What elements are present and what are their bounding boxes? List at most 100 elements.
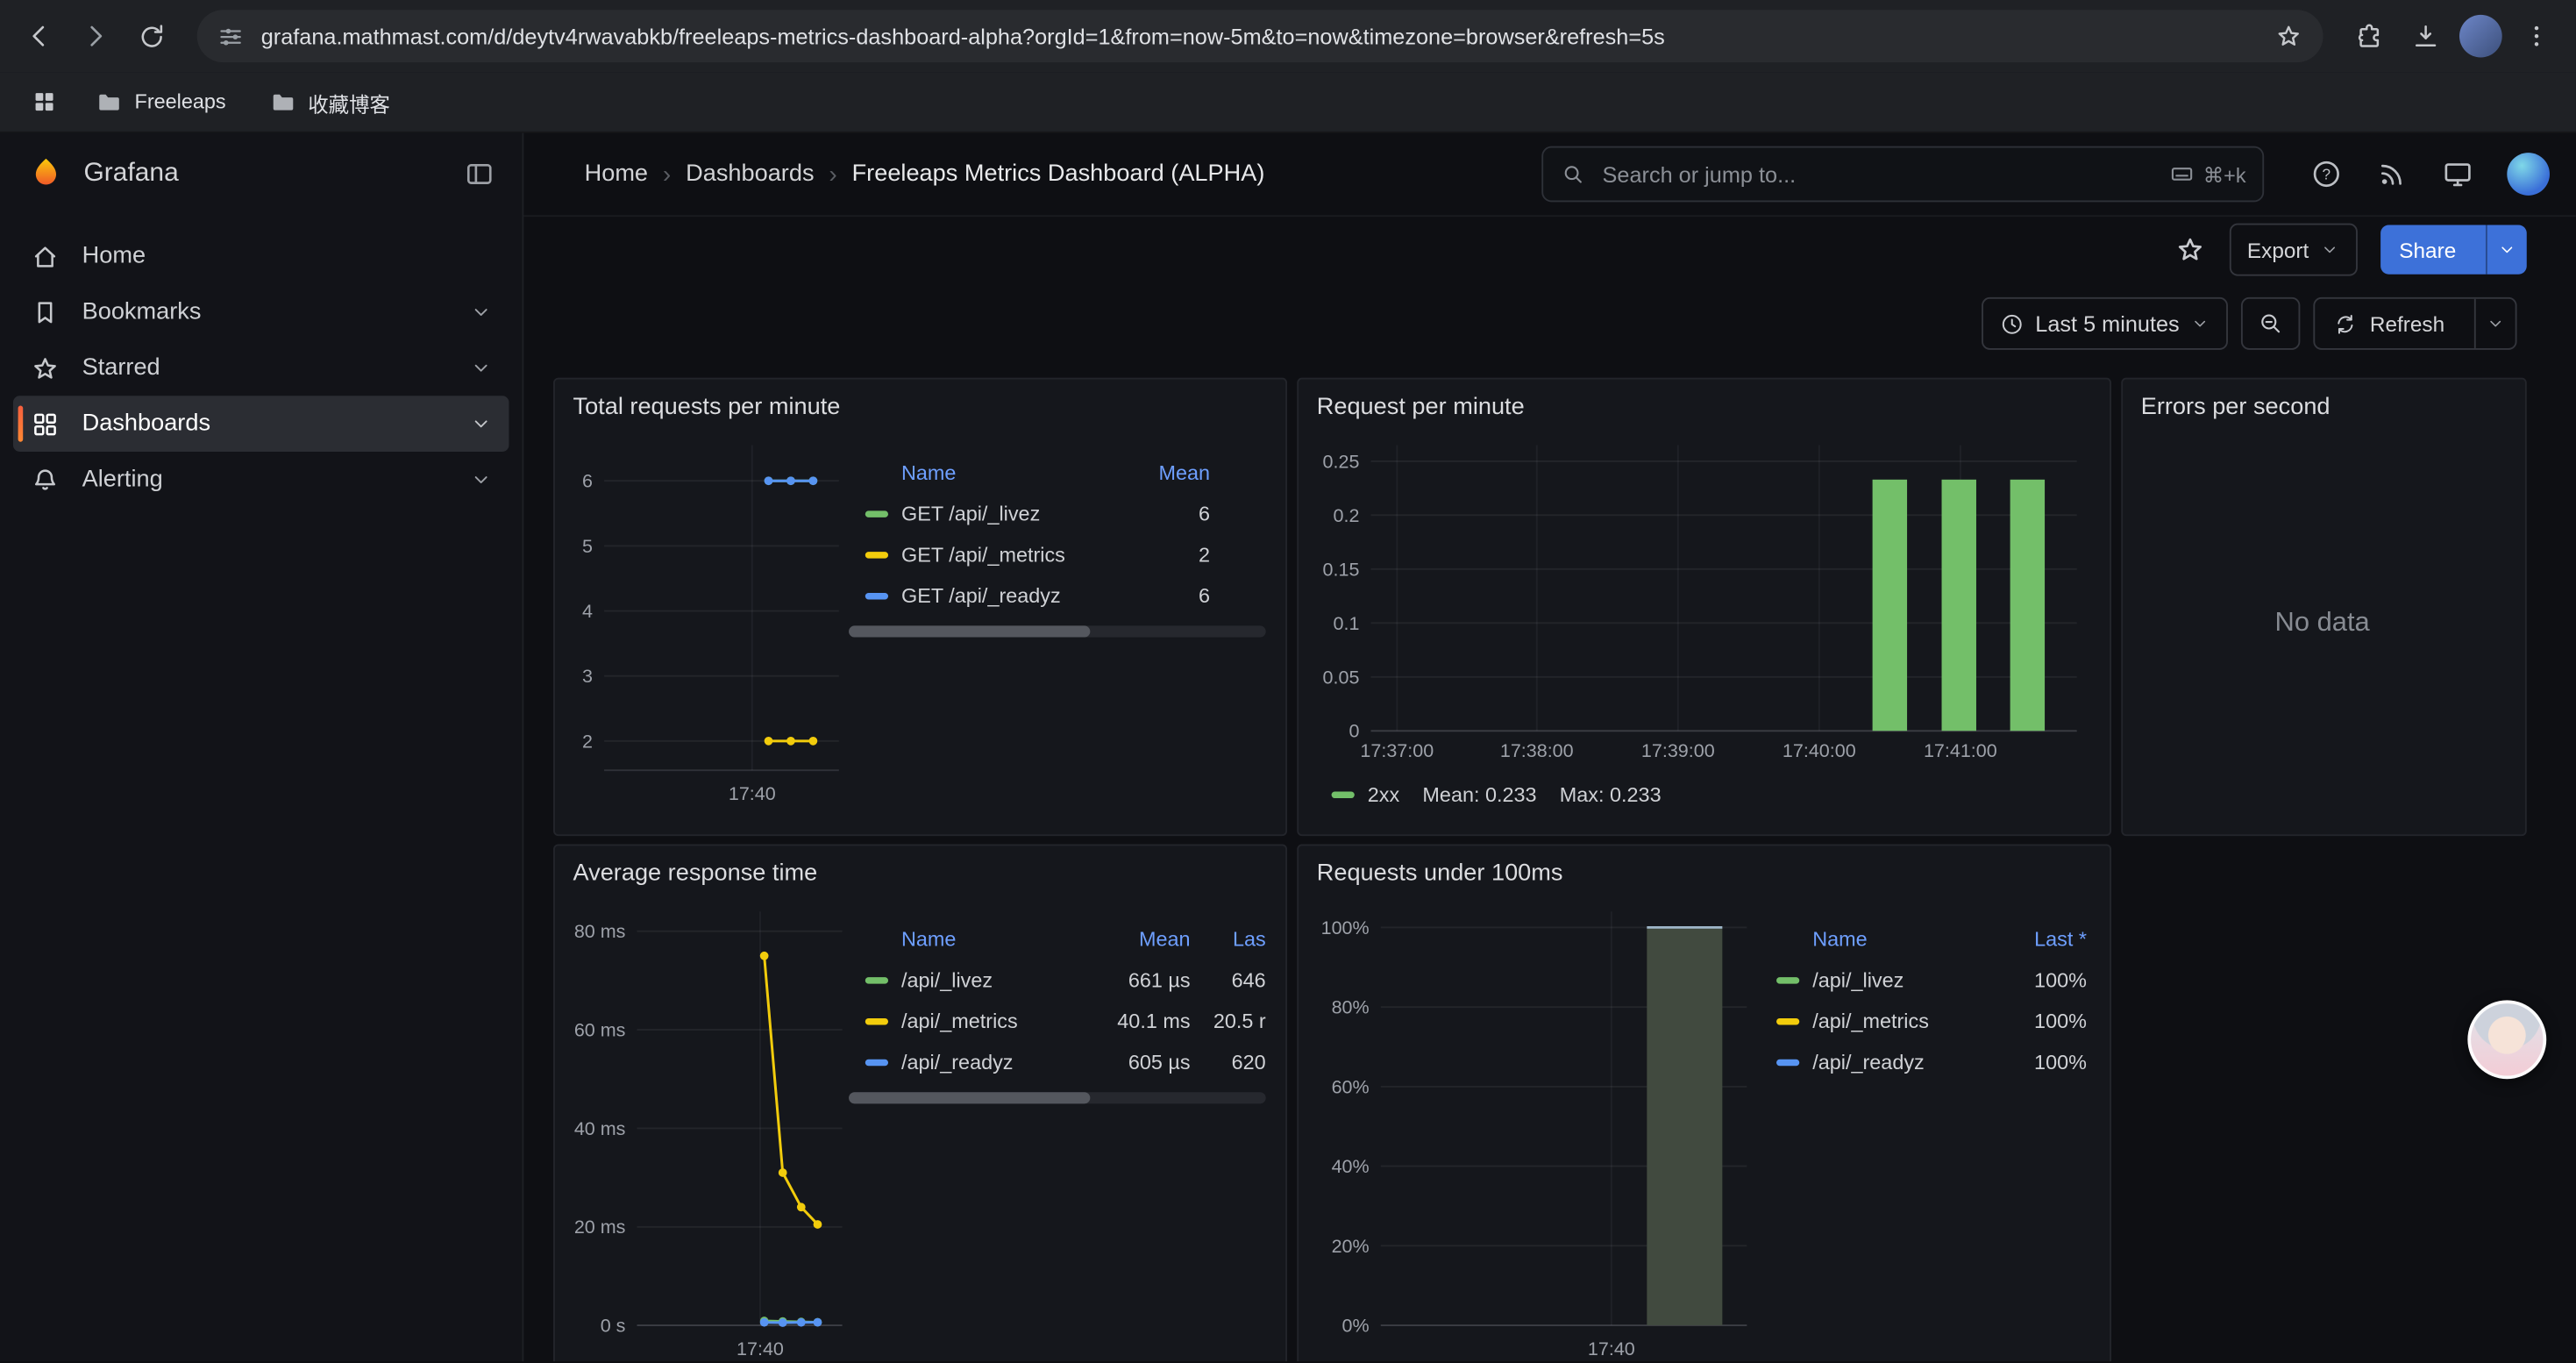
legend-row[interactable]: /api/_metrics100% [1776,1000,2090,1041]
legend-col-value[interactable]: Mean [1085,927,1191,950]
panel-average-response-time: Average response time 0 s20 ms40 ms60 ms… [553,844,1287,1361]
help-icon[interactable]: ? [2310,158,2343,190]
forward-button[interactable] [69,10,122,62]
bookmark-folder-freeleaps[interactable]: Freeleaps [82,83,239,121]
legend-series-name[interactable]: 2xx [1368,783,1399,806]
sidebar-item-bookmarks[interactable]: Bookmarks [13,284,509,340]
svg-text:17:40:00: 17:40:00 [1783,740,1856,761]
request-per-minute-chart[interactable]: 00.050.10.150.20.2517:37:0017:38:0017:39… [1315,425,2087,770]
reload-button[interactable] [125,10,177,62]
panel-errors-per-second: Errors per second No data [2121,378,2527,836]
legend-header[interactable]: NameLast * [1776,918,2090,960]
svg-text:3: 3 [582,666,593,687]
grafana-logo[interactable] [26,154,66,194]
legend-value: 6 [1118,584,1210,607]
search-input[interactable] [1599,161,2156,189]
legend-row[interactable]: /api/_metrics40.1 ms20.5 r [865,1000,1266,1041]
sidebar-item-starred[interactable]: Starred [13,340,509,396]
kebab-menu-icon [2522,21,2551,51]
reload-icon [135,20,167,52]
browser-menu-button[interactable] [2510,10,2563,62]
search-shortcut: ⌘+k [2168,161,2245,188]
legend-col-value[interactable]: Las [1191,927,1266,950]
extensions-button[interactable] [2343,10,2395,62]
folder-icon [96,88,124,116]
scrollbar-thumb[interactable] [849,1092,1091,1103]
series-color-dash [865,592,888,598]
monitor-icon[interactable] [2441,158,2473,190]
downloads-button[interactable] [2399,10,2451,62]
url-bar[interactable]: grafana.mathmast.com/d/deytv4rwavabkb/fr… [197,10,2323,62]
sidebar-item-dashboards[interactable]: Dashboards [13,396,509,452]
legend-value: 646 [1191,968,1266,991]
panel-title[interactable]: Errors per second [2123,380,2525,423]
share-button[interactable]: Share [2381,225,2527,275]
legend-col-value[interactable]: Last * [1995,927,2087,950]
svg-text:0.05: 0.05 [1323,667,1360,688]
legend-row[interactable]: GET /api/_livez6 [865,493,1266,534]
export-button[interactable]: Export [2229,224,2358,276]
back-button[interactable] [13,10,66,62]
breadcrumb-home[interactable]: Home [585,161,648,188]
legend-series-name: /api/_readyz [1812,1050,1995,1073]
total-requests-chart[interactable]: 2345617:40 [572,425,849,813]
chevron-down-icon[interactable] [470,412,493,435]
time-range-picker[interactable]: Last 5 minutes [1981,297,2228,350]
chevron-down-icon[interactable] [470,301,493,324]
url-text[interactable]: grafana.mathmast.com/d/deytv4rwavabkb/fr… [261,24,2258,48]
svg-text:0 s: 0 s [601,1316,626,1337]
legend-scrollbar[interactable] [849,625,1266,637]
refresh-button[interactable]: Refresh [2314,297,2516,350]
legend-col-name[interactable]: Name [1776,927,1995,950]
panel-legend[interactable]: 2xx Mean: 0.233 Max: 0.233 [1315,783,2090,806]
breadcrumb-dashboards[interactable]: Dashboards [686,161,814,188]
sidebar-item-alerting[interactable]: Alerting [13,452,509,508]
favorite-star-icon[interactable] [2174,233,2206,266]
average-response-time-chart[interactable]: 0 s20 ms40 ms60 ms80 ms17:40 [572,892,849,1362]
panel-title[interactable]: Requests under 100ms [1299,846,2110,888]
legend-series-name: GET /api/_livez [901,502,1118,525]
bookmark-folder-blogs[interactable]: 收藏博客 [255,82,403,123]
chevron-down-icon[interactable] [470,356,493,379]
svg-text:0.1: 0.1 [1334,613,1360,634]
floating-assistant-avatar[interactable] [2467,1000,2546,1079]
legend-row[interactable]: /api/_livez661 µs646 [865,960,1266,1001]
profile-button[interactable] [2454,10,2507,62]
bookmark-star-icon[interactable] [2274,21,2303,51]
sidebar-toggle-icon[interactable] [463,158,495,190]
legend-row[interactable]: GET /api/_readyz6 [865,574,1266,616]
news-rss-icon[interactable] [2376,158,2409,190]
legend-row[interactable]: /api/_livez100% [1776,960,2090,1001]
legend-value: 661 µs [1085,968,1191,991]
legend-row[interactable]: /api/_readyz100% [1776,1041,2090,1082]
zoom-out-button[interactable] [2242,297,2301,350]
apps-grid-button[interactable] [23,81,66,124]
sidebar-header: Grafana [0,133,522,216]
legend-scrollbar[interactable] [849,1092,1266,1103]
legend-col-value[interactable]: Mean [1118,460,1210,483]
legend-col-name[interactable]: Name [865,460,1118,483]
user-avatar[interactable] [2507,153,2550,196]
panel-title[interactable]: Average response time [555,846,1285,888]
brand-name: Grafana [83,160,178,189]
legend-row[interactable]: /api/_readyz605 µs620 [865,1041,1266,1082]
panel-requests-under-100ms: Requests under 100ms 0%20%40%60%80%100%1… [1297,844,2111,1361]
scrollbar-thumb[interactable] [849,625,1091,637]
sidebar-item-home[interactable]: Home [13,228,509,284]
legend-row[interactable]: GET /api/_metrics2 [865,534,1266,575]
svg-text:0.25: 0.25 [1323,451,1360,472]
chevron-down-icon[interactable] [470,468,493,491]
refresh-interval-toggle[interactable] [2474,299,2516,348]
site-settings-icon[interactable] [217,22,245,50]
legend-col-name[interactable]: Name [865,927,1085,950]
panel-title[interactable]: Request per minute [1299,380,2110,423]
legend-series-name: GET /api/_metrics [901,543,1118,566]
requests-under-100ms-chart[interactable]: 0%20%40%60%80%100%17:40 [1315,892,1760,1362]
share-menu-toggle[interactable] [2486,225,2527,275]
legend-header[interactable]: NameMean [865,452,1266,493]
legend-header[interactable]: NameMeanLas [865,918,1266,960]
search-box[interactable]: ⌘+k [1541,146,2264,203]
star-icon [30,353,61,384]
panel-legend: NameLast * /api/_livez100%/api/_metrics1… [1760,892,2089,1362]
panel-title[interactable]: Total requests per minute [555,380,1285,423]
